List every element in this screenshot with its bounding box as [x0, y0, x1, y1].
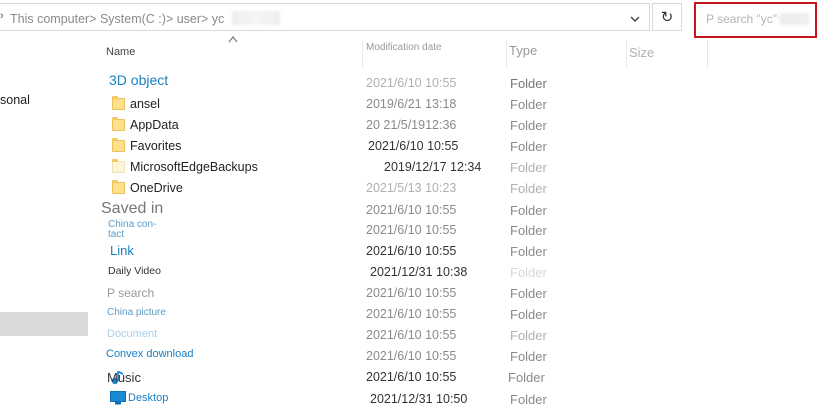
file-date: 2019/6/21 13:18 [366, 97, 457, 111]
file-date: 2021/6/10 10:55 [366, 244, 457, 258]
file-type: Folder [510, 349, 547, 364]
file-type: Folder [510, 181, 547, 196]
file-date: 2021/6/10 10:55 [366, 223, 457, 237]
file-type: Folder [510, 76, 547, 91]
nav-item-personal[interactable]: sonal [0, 93, 30, 107]
file-type: Folder [510, 97, 547, 112]
file-name: China picture [107, 307, 166, 318]
file-type: Folder [510, 160, 547, 175]
column-header-modified[interactable]: Modification date [366, 43, 446, 53]
table-row[interactable]: China con- tact 2021/6/10 10:55 Folder [100, 220, 708, 240]
column-divider[interactable] [626, 40, 627, 68]
table-row[interactable]: Music 2021/6/10 10:55 Folder [100, 367, 708, 387]
table-row[interactable]: AppData 20 21/5/1912:36 Folder [100, 115, 708, 135]
address-box[interactable]: › This computer> System(C :)> user> yc [0, 3, 650, 31]
file-date: 2021/5/13 10:23 [366, 181, 457, 195]
table-row[interactable]: Convex download 2021/6/10 10:55 Folder [100, 346, 708, 366]
refresh-button[interactable]: ↻ [652, 3, 682, 31]
file-date: 2021/6/10 10:55 [366, 370, 457, 384]
chevron-right-icon: › [0, 10, 4, 22]
file-date: 20 21/5/1912:36 [366, 118, 457, 132]
nav-selected-item[interactable] [0, 312, 88, 336]
column-header-type[interactable]: Type [509, 43, 537, 58]
file-name: ansel [130, 97, 160, 111]
folder-icon [112, 159, 125, 173]
file-date: 2021/12/31 10:38 [370, 265, 468, 279]
file-name: P search [107, 286, 155, 300]
file-type: Folder [510, 307, 547, 322]
breadcrumb[interactable]: This computer> System(C :)> user> yc [10, 11, 281, 26]
file-date: 2021/6/10 10:55 [366, 349, 457, 363]
file-name: Convex download [106, 348, 194, 360]
file-type: Folder [510, 265, 547, 280]
folder-icon [112, 96, 125, 110]
file-name: Document [107, 328, 158, 340]
file-date: 2021/12/31 10:50 [370, 392, 468, 406]
navigation-pane: sonal [0, 34, 90, 408]
table-row[interactable]: 3D object 2021/6/10 10:55 Folder [100, 72, 708, 92]
file-type: Folder [510, 286, 547, 301]
file-type: Folder [510, 244, 547, 259]
file-name: Saved in [101, 200, 164, 217]
file-name: Link [110, 243, 134, 258]
folder-icon [112, 117, 125, 131]
column-header-size[interactable]: Size [629, 45, 654, 60]
table-row[interactable]: Link 2021/6/10 10:55 Folder [100, 241, 708, 261]
folder-icon [112, 180, 125, 194]
file-name: Daily Video [108, 265, 161, 277]
column-header-name[interactable]: Name [106, 46, 135, 58]
blurred-username [232, 11, 281, 25]
column-divider[interactable] [506, 40, 507, 68]
file-type: Folder [510, 139, 547, 154]
file-name: Favorites [130, 139, 182, 153]
file-date: 2021/6/10 10:55 [366, 76, 457, 90]
file-type: Folder [510, 223, 547, 238]
chevron-down-icon[interactable] [628, 12, 642, 26]
search-input[interactable]: P search "yc" [694, 2, 817, 38]
refresh-icon: ↻ [660, 8, 674, 26]
desktop-icon [110, 391, 126, 405]
file-name: Music [107, 370, 141, 385]
file-name: AppData [130, 118, 179, 132]
file-type: Folder [510, 328, 547, 343]
blurred-username [779, 13, 809, 25]
file-type: Folder [510, 203, 547, 218]
table-row[interactable]: Document 2021/6/10 10:55 Folder [100, 325, 708, 345]
file-date: 2019/12/17 12:34 [384, 160, 482, 174]
folder-icon [112, 138, 125, 152]
file-date: 2021/6/10 10:55 [366, 307, 457, 321]
search-placeholder: P search "yc" [706, 12, 809, 26]
table-row[interactable]: Favorites 2021/6/10 10:55 Folder [100, 136, 708, 156]
file-date: 2021/6/10 10:55 [366, 328, 457, 342]
file-date: 2021/6/10 10:55 [366, 286, 457, 300]
column-divider[interactable] [707, 40, 708, 68]
table-row[interactable]: Desktop 2021/12/31 10:50 Folder [100, 389, 708, 409]
file-name: China con- tact [108, 219, 157, 240]
file-name: 3D object [109, 72, 169, 88]
table-row[interactable]: Daily Video 2021/12/31 10:38 Folder [100, 262, 708, 282]
file-date: 2021/6/10 10:55 [366, 203, 457, 217]
file-name: Desktop [128, 392, 169, 404]
breadcrumb-text: This computer> System(C :)> user> yc [10, 12, 225, 26]
file-type: Folder [510, 392, 547, 407]
table-row[interactable]: China picture 2021/6/10 10:55 Folder [100, 304, 708, 324]
sort-ascending-icon [228, 36, 238, 43]
column-divider[interactable] [362, 40, 363, 68]
file-type: Folder [508, 370, 545, 385]
address-bar[interactable]: › This computer> System(C :)> user> yc ↻ [0, 0, 684, 34]
table-row[interactable]: OneDrive 2021/5/13 10:23 Folder [100, 178, 708, 198]
file-type: Folder [510, 118, 547, 133]
table-row[interactable]: MicrosoftEdgeBackups 2019/12/17 12:34 Fo… [100, 157, 708, 177]
file-name: OneDrive [130, 181, 183, 195]
table-row[interactable]: ansel 2019/6/21 13:18 Folder [100, 94, 708, 114]
file-date: 2021/6/10 10:55 [368, 139, 459, 153]
file-name: MicrosoftEdgeBackups [130, 160, 258, 174]
table-row[interactable]: P search 2021/6/10 10:55 Folder [100, 283, 708, 303]
table-row[interactable]: Saved in 2021/6/10 10:55 Folder [100, 199, 708, 219]
